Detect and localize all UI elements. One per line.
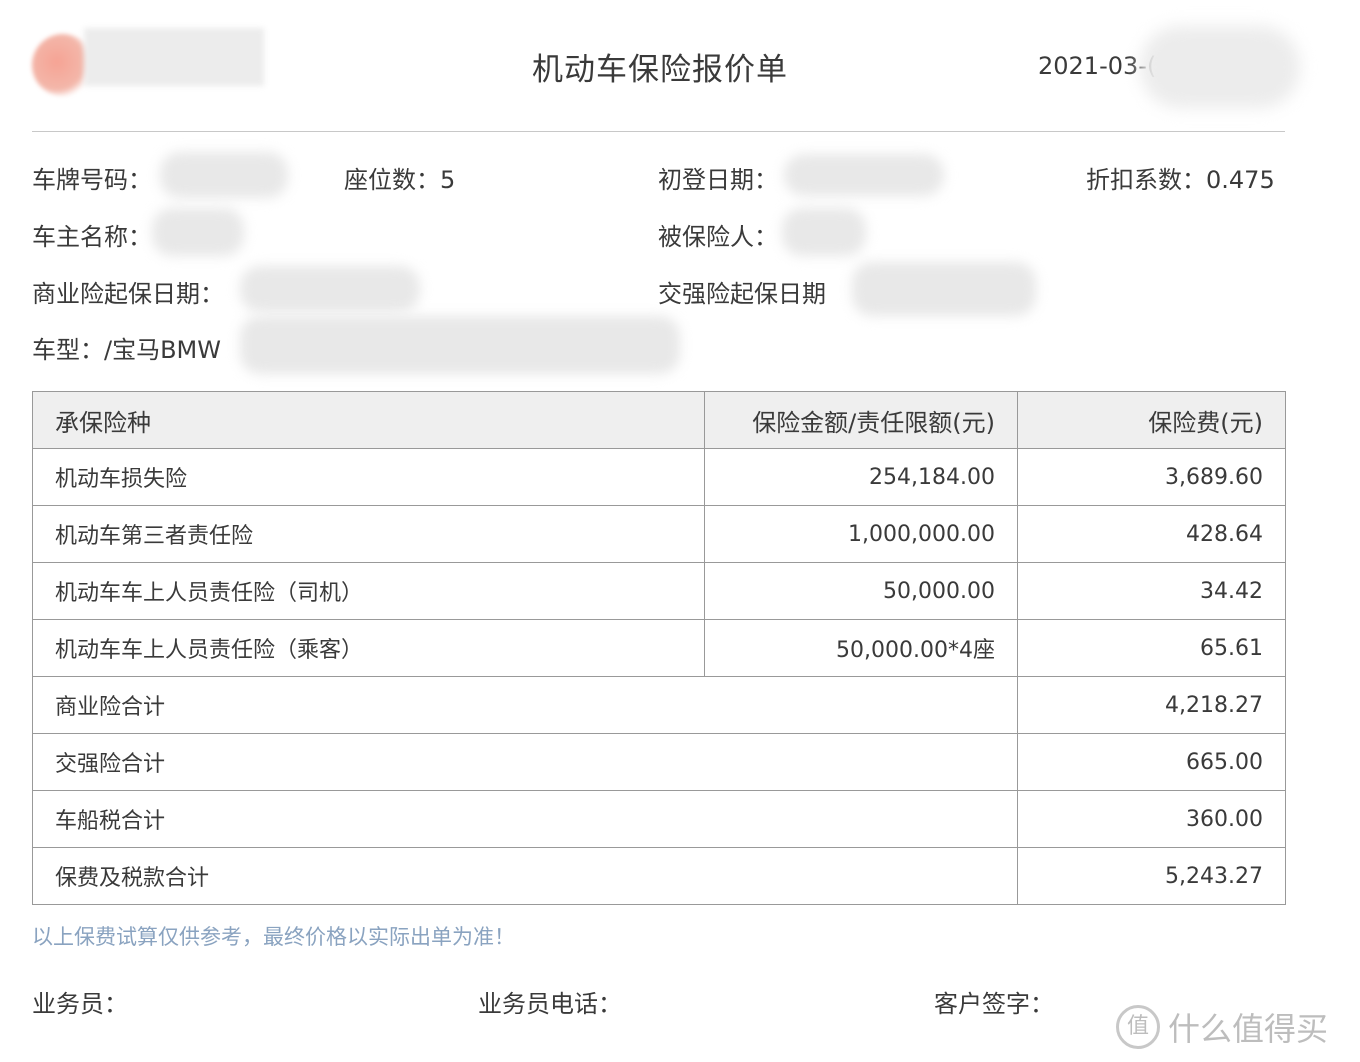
total-row: 保费及税款合计 5,243.27 (32, 847, 1286, 905)
coverage-name: 机动车损失险 (32, 448, 705, 506)
model-value: /宝马BMW (104, 336, 221, 364)
coverage-premium: 65.61 (1017, 619, 1286, 677)
disclaimer-note: 以上保费试算仅供参考，最终价格以实际出单为准！ (32, 925, 515, 949)
watermark: 值什么值得买 (1116, 1004, 1328, 1050)
insured-redacted (782, 208, 866, 256)
total-name: 车船税合计 (32, 790, 1018, 848)
total-name: 保费及税款合计 (32, 847, 1018, 905)
owner-label: 车主名称： (32, 223, 152, 251)
table-row: 机动车损失险 254,184.00 3,689.60 (32, 448, 1286, 506)
seats-value: 5 (440, 166, 456, 194)
model-label: 车型： (32, 336, 104, 364)
coverage-name: 机动车车上人员责任险（乘客） (32, 619, 705, 677)
total-row: 商业险合计 4,218.27 (32, 676, 1286, 734)
total-name: 交强险合计 (32, 733, 1018, 791)
commercial-start-label: 商业险起保日期： (32, 280, 224, 308)
header-premium: 保险费(元) (1017, 391, 1286, 449)
header-amount: 保险金额/责任限额(元) (704, 391, 1018, 449)
total-name: 商业险合计 (32, 676, 1018, 734)
compulsory-start-redacted (852, 262, 1036, 316)
quote-date: 2021-03-( (1038, 52, 1157, 80)
logo-redacted (14, 28, 264, 96)
watermark-badge-icon: 值 (1116, 1005, 1160, 1049)
seats-label: 座位数： (344, 166, 440, 194)
plate-label: 车牌号码： (32, 166, 152, 194)
total-premium: 5,243.27 (1017, 847, 1286, 905)
reg-date-redacted (784, 154, 944, 196)
page-title: 机动车保险报价单 (532, 52, 788, 88)
header-divider (32, 131, 1285, 132)
table-header-row: 承保险种 保险金额/责任限额(元) 保险费(元) (32, 391, 1286, 449)
owner-redacted (152, 208, 244, 256)
insured-label: 被保险人： (658, 223, 778, 251)
coverage-amount: 1,000,000.00 (704, 505, 1018, 563)
total-row: 车船税合计 360.00 (32, 790, 1286, 848)
coverage-premium: 428.64 (1017, 505, 1286, 563)
discount-label: 折扣系数： (1086, 166, 1206, 194)
model-field: 车型：/宝马BMW (32, 330, 221, 365)
signature-label: 客户签字： (934, 990, 1054, 1018)
total-row: 交强险合计 665.00 (32, 733, 1286, 791)
coverage-name: 机动车车上人员责任险（司机） (32, 562, 705, 620)
coverage-amount: 50,000.00*4座 (704, 619, 1018, 677)
agent-label: 业务员： (32, 990, 128, 1018)
compulsory-start-label: 交强险起保日期 (658, 280, 826, 308)
coverage-premium: 34.42 (1017, 562, 1286, 620)
table-row: 机动车第三者责任险 1,000,000.00 428.64 (32, 505, 1286, 563)
watermark-text: 什么值得买 (1168, 1010, 1329, 1048)
model-redacted (240, 316, 680, 374)
coverage-amount: 254,184.00 (704, 448, 1018, 506)
total-premium: 360.00 (1017, 790, 1286, 848)
header-coverage: 承保险种 (32, 391, 705, 449)
total-premium: 665.00 (1017, 733, 1286, 791)
total-premium: 4,218.27 (1017, 676, 1286, 734)
table-row: 机动车车上人员责任险（司机） 50,000.00 34.42 (32, 562, 1286, 620)
table-row: 机动车车上人员责任险（乘客） 50,000.00*4座 65.61 (32, 619, 1286, 677)
discount-value: 0.475 (1206, 166, 1275, 194)
coverage-amount: 50,000.00 (704, 562, 1018, 620)
agent-phone-label: 业务员电话： (478, 990, 622, 1018)
coverage-premium: 3,689.60 (1017, 448, 1286, 506)
coverage-name: 机动车第三者责任险 (32, 505, 705, 563)
discount-field: 折扣系数：0.475 (1086, 160, 1275, 195)
reg-date-label: 初登日期： (658, 166, 778, 194)
date-redacted (1140, 26, 1300, 108)
commercial-start-redacted (240, 266, 420, 312)
quote-table: 承保险种 保险金额/责任限额(元) 保险费(元) 机动车损失险 254,184.… (32, 391, 1286, 905)
plate-redacted (160, 152, 288, 198)
seats-field: 座位数：5 (344, 160, 455, 195)
